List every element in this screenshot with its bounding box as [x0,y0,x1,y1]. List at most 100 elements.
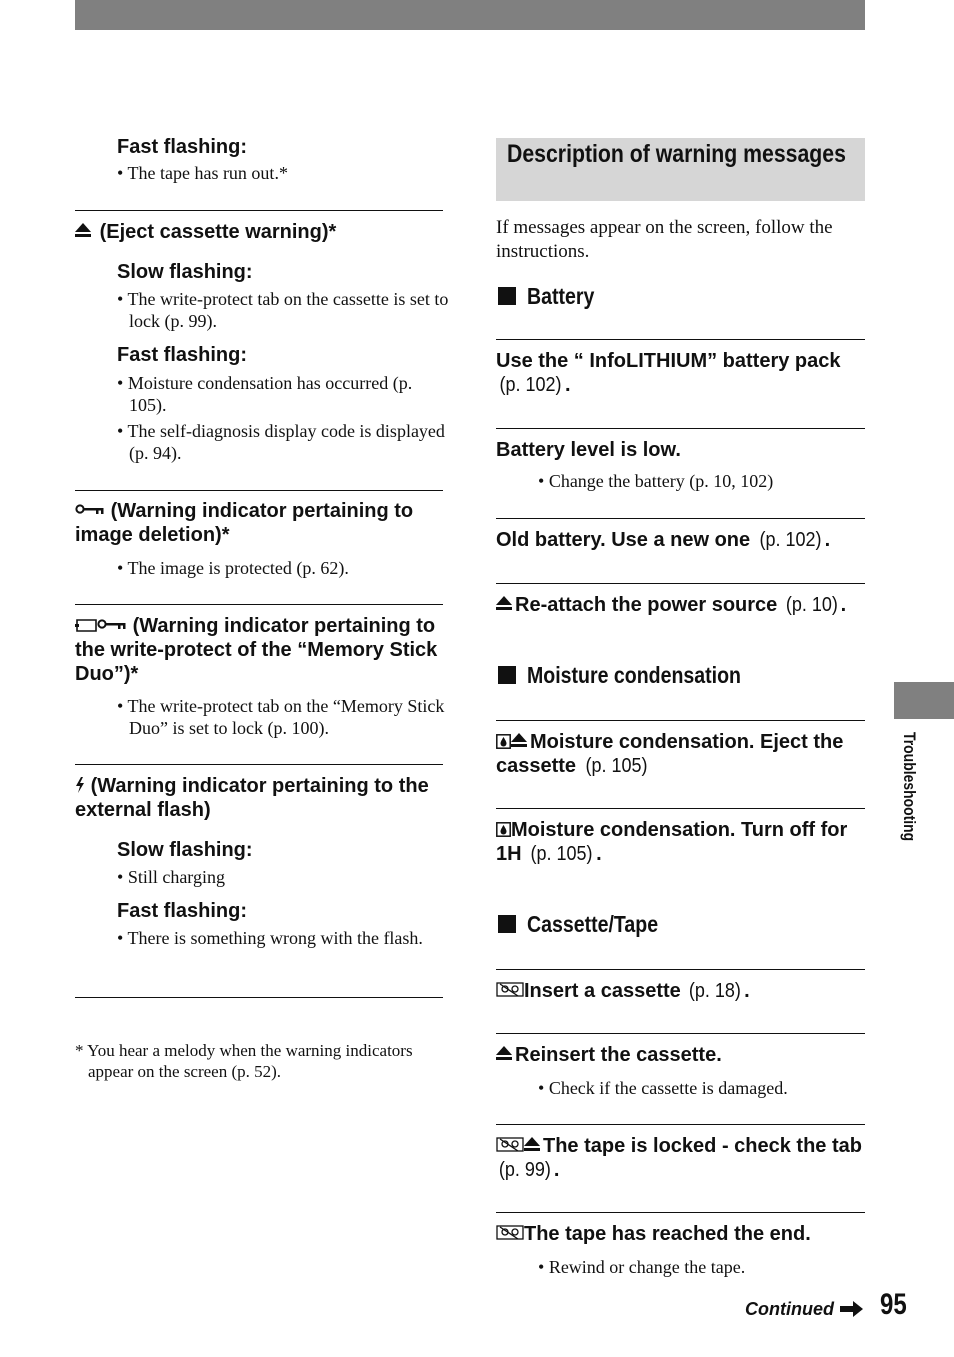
divider [75,210,443,211]
punct: . [596,843,602,865]
message-item: Insert a cassette (p. 18). [496,979,865,1003]
message-item: Moisture condensation. Eject the cassett… [496,730,865,778]
message-text: Reinsert the cassette. [515,1044,722,1066]
divider [75,604,443,605]
eject-icon [496,1046,513,1062]
divider [496,808,865,809]
page-ref: (p. 10) [785,594,838,616]
divider [496,1124,865,1125]
divider [75,490,443,491]
moisture-icon [496,734,511,749]
header-bar [75,0,865,30]
list-item: The tape has run out.* [117,162,454,184]
external-flash-title: (Warning indicator pertaining to the ext… [75,775,429,821]
slow-flashing-heading: Slow flashing: [117,261,253,283]
divider [496,583,865,584]
divider [496,339,865,340]
punct: . [553,1159,560,1181]
eject-icon [511,733,528,749]
square-bullet-icon [498,666,516,684]
divider [496,1033,865,1034]
eject-warning-title: (Eject cassette warning)* [99,221,337,243]
external-flash-heading: (Warning indicator pertaining to the ext… [75,774,443,822]
square-bullet-icon [498,287,516,305]
no-cassette-icon [496,1225,524,1240]
category-title: Moisture condensation [527,662,741,688]
fast-flashing-heading: Fast flashing: [117,900,248,922]
page-ref: (p. 105) [530,843,593,865]
divider [75,997,443,998]
page-number: 95 [880,1288,907,1321]
divider [496,428,865,429]
side-tab-text: Troubleshooting [900,732,919,842]
message-item: Old battery. Use a new one (p. 102). [496,528,865,552]
arrow-right-icon [840,1301,863,1317]
eject-icon [524,1137,541,1153]
list-item: The image is protected (p. 62). [117,557,454,579]
message-item: Moisture condensation. Turn off for 1H (… [496,818,865,866]
moisture-icon [496,822,511,837]
category-title: Battery [527,283,595,309]
message-text: Old battery. Use a new one [496,529,751,551]
eject-warning-heading: (Eject cassette warning)* [75,220,443,244]
page-ref: (p. 105) [585,755,648,777]
list-item: The write-protect tab on the cassette is… [117,288,454,332]
punct: . [744,980,750,1002]
memory-stick-icon [75,619,97,632]
footnote: * You hear a melody when the warning ind… [75,1041,413,1081]
side-tab-label: Troubleshooting [897,732,921,872]
message-item: Use the “ InfoLITHIUM” battery pack (p. 1… [496,349,865,397]
message-item: The tape is locked - check the tab (p. 9… [496,1134,865,1182]
divider [496,720,865,721]
message-item: Re-attach the power source (p. 10). [496,593,865,617]
message-text: Insert a cassette [524,980,681,1002]
list-item: The self-diagnosis display code is displ… [117,420,454,464]
no-cassette-icon [496,1137,524,1152]
punct: . [564,374,571,396]
page-ref: (p. 102) [759,529,822,551]
list-item: Check if the cassette is damaged. [538,1077,870,1099]
message-text: The tape has reached the end. [524,1223,811,1245]
category-moisture: Moisture condensation [498,662,779,688]
message-text: Battery level is low. [496,439,681,461]
message-item: The tape has reached the end. [496,1222,865,1246]
list-item: The write-protect tab on the “Memory Sti… [117,695,454,739]
divider [496,1212,865,1213]
message-item: Battery level is low. [496,438,865,462]
message-item: Reinsert the cassette. [496,1043,865,1067]
eject-icon [75,223,92,239]
list-item: There is something wrong with the flash. [117,927,429,949]
side-tab-marker [894,682,954,719]
protect-key-icon [97,619,126,629]
continued-label: Continued [745,1299,834,1319]
square-bullet-icon [498,915,516,933]
section-title: Description of warning messages [507,140,846,168]
slow-flashing-heading: Slow flashing: [117,839,253,861]
message-text: Moisture condensation. Eject the cassett… [496,731,844,777]
page-ref: (p. 102) [499,374,562,396]
list-item: Change the battery (p. 10, 102) [538,470,870,492]
divider [75,764,443,765]
image-deletion-title: (Warning indicator pertaining to image d… [75,500,414,546]
list-item: Still charging [117,866,454,888]
flash-icon [76,777,84,793]
memory-stick-title: (Warning indicator pertaining to the wri… [75,615,438,685]
category-battery: Battery [498,283,606,309]
message-text: The tape is locked - check the tab [543,1135,862,1157]
section-title-box: Description of warning messages [496,138,865,201]
punct: . [840,594,847,616]
no-cassette-icon [496,982,524,997]
message-text: Use the “ InfoLITHIUM” battery pack [496,350,841,372]
list-item: Rewind or change the tape. [538,1256,870,1278]
fast-flashing-heading: Fast flashing: [117,344,248,366]
eject-icon [496,596,513,612]
divider [496,969,865,970]
memory-stick-heading: (Warning indicator pertaining to the wri… [75,614,443,686]
page-ref: (p. 99) [498,1159,551,1181]
divider [496,518,865,519]
page-ref: (p. 18) [689,980,742,1002]
tape-fast-heading: Fast flashing: [117,136,248,158]
category-title: Cassette/Tape [527,911,659,937]
protect-key-icon [75,504,104,514]
intro-text: If messages appear on the screen, follow… [496,217,833,262]
